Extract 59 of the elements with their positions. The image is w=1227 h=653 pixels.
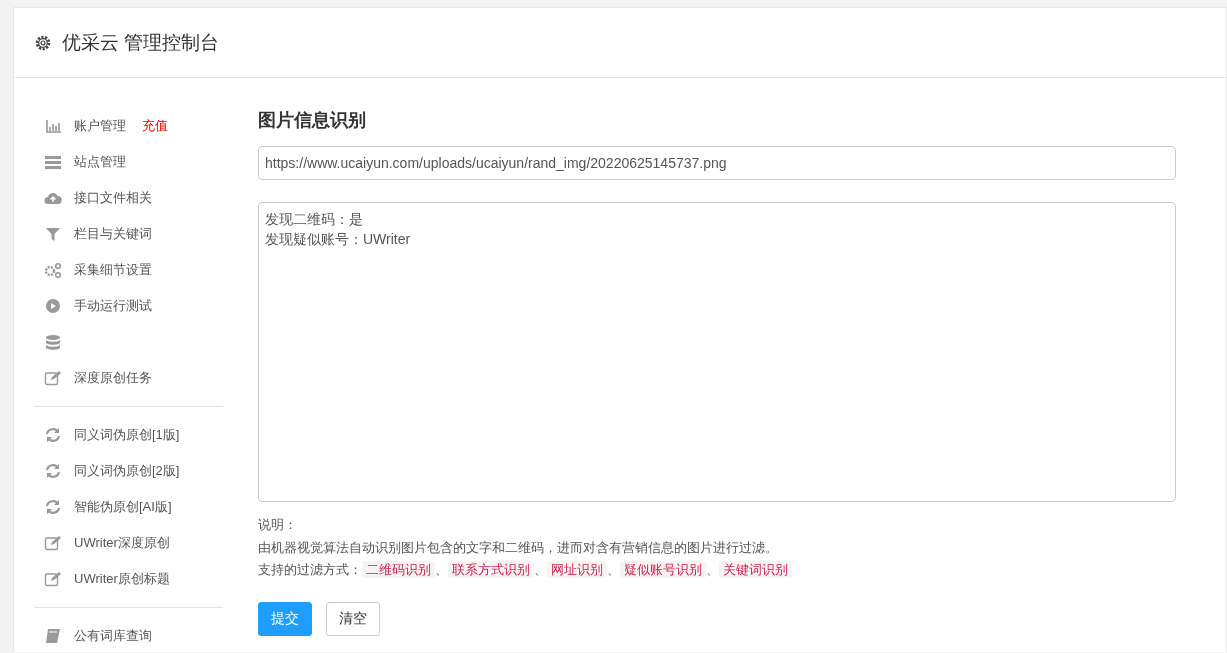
edit-icon [44, 370, 62, 386]
sidebar-item-label: 站点管理 [74, 153, 126, 171]
result-box[interactable]: 发现二维码：是 发现疑似账号：UWriter [258, 202, 1176, 502]
sidebar-item-label: 同义词伪原创[2版] [74, 462, 180, 480]
sidebar-item-label: 手动运行测试 [74, 297, 152, 315]
refresh-icon [44, 463, 62, 479]
console-title: 优采云 管理控制台 [62, 30, 220, 55]
notes-heading: 说明： [258, 516, 298, 534]
play-icon [44, 298, 62, 314]
bar-chart-icon [44, 118, 62, 134]
sidebar-item[interactable]: 采集细节设置 [34, 252, 223, 288]
server-icon [44, 154, 62, 170]
sidebar-item[interactable]: UWriter深度原创 [34, 525, 223, 561]
sidebar-item[interactable]: 同义词伪原创[2版] [34, 453, 223, 489]
method-tag: 疑似账号识别 [620, 561, 706, 578]
sidebar-item-label: 接口文件相关 [74, 189, 152, 207]
recharge-link[interactable]: 充值 [142, 117, 168, 135]
sidebar-item[interactable]: 栏目与关键词 [34, 216, 223, 252]
methods-label: 支持的过滤方式： [258, 562, 362, 577]
method-tag: 二维码识别 [362, 561, 435, 578]
sidebar-item-label: 栏目与关键词 [74, 225, 152, 243]
separator: 、 [435, 562, 448, 577]
refresh-icon [44, 427, 62, 443]
database-icon [44, 334, 62, 350]
separator: 、 [706, 562, 719, 577]
edit-icon [44, 535, 62, 551]
edit-icon [44, 571, 62, 587]
clear-button[interactable]: 清空 [326, 601, 380, 636]
filter-icon [44, 226, 62, 242]
sidebar-item-label: 账户管理 [74, 117, 126, 135]
notes-description: 由机器视觉算法自动识别图片包含的文字和二维码，进而对含有营销信息的图片进行过滤。 [258, 538, 779, 557]
sidebar-item-label: 深度原创任务 [74, 369, 152, 387]
method-tag: 网址识别 [547, 561, 607, 578]
refresh-icon [44, 499, 62, 515]
sidebar-item-label: 公有词库查询 [74, 627, 152, 645]
gears-icon [44, 262, 62, 278]
method-tag: 联系方式识别 [448, 561, 534, 578]
sidebar-item[interactable]: 站点管理 [34, 144, 223, 180]
sidebar-item[interactable]: 手动运行测试 [34, 288, 223, 324]
sidebar-item[interactable]: 账户管理 充值 [34, 108, 223, 144]
sidebar-item-label: 智能伪原创[AI版] [74, 498, 172, 516]
sidebar-item-label: UWriter深度原创 [74, 534, 170, 552]
book-icon [44, 628, 62, 644]
sidebar-item[interactable]: 智能伪原创[AI版] [34, 489, 223, 525]
sidebar-item-label: 采集细节设置 [74, 261, 152, 279]
separator: 、 [607, 562, 620, 577]
sidebar-item[interactable]: UWriter原创标题 [34, 561, 223, 597]
sidebar-item-label: UWriter原创标题 [74, 570, 170, 588]
sidebar-item[interactable]: 接口文件相关 [34, 180, 223, 216]
sidebar-item[interactable]: 公有词库查询 [34, 618, 223, 652]
method-tag: 关键词识别 [719, 561, 792, 578]
sidebar-item[interactable]: 深度原创任务 [34, 360, 223, 396]
settings-icon [34, 33, 52, 52]
sidebar-item[interactable]: 同义词伪原创[1版] [34, 417, 223, 453]
cloud-upload-icon [44, 190, 62, 206]
url-field[interactable]: https://www.ucaiyun.com/uploads/ucaiyun/rand_img/20220625145737.png [258, 146, 1176, 180]
separator: 、 [534, 562, 547, 577]
page-title: 图片信息识别 [258, 109, 367, 132]
sidebar-item-label: 同义词伪原创[1版] [74, 426, 180, 444]
